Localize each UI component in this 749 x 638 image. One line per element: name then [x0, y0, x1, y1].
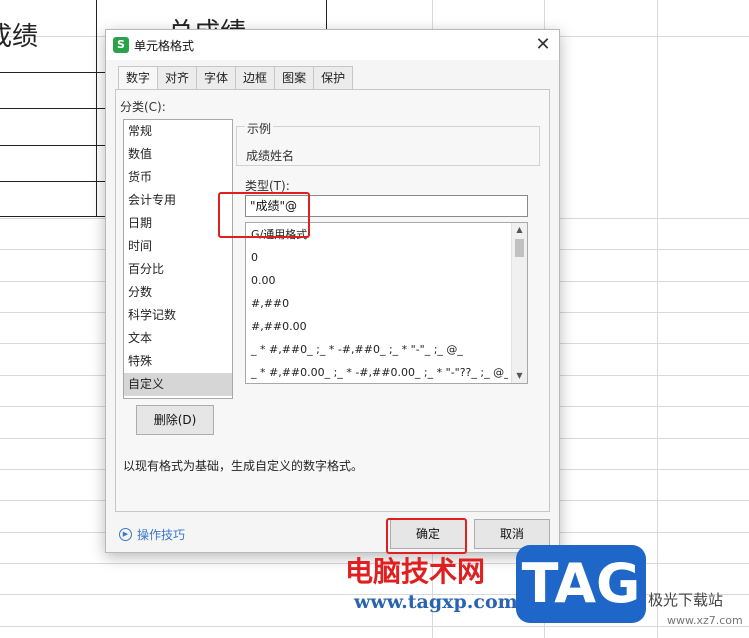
watermark-text: 电脑技术网: [345, 555, 486, 588]
close-icon[interactable]: ✕: [531, 33, 555, 57]
list-item[interactable]: 0.00: [246, 269, 508, 292]
scroll-down-icon[interactable]: ▼: [512, 369, 527, 383]
list-item[interactable]: 分数: [124, 281, 232, 304]
dialog-title: 单元格格式: [134, 39, 195, 53]
sample-label: 示例: [245, 120, 274, 137]
format-cells-dialog: S 单元格格式 ✕ 数字 对齐 字体 边框 图案 保护 分类(C): 常规 数值…: [105, 29, 560, 553]
tab-protection[interactable]: 保护: [314, 66, 354, 90]
highlight-box-ok: [386, 518, 467, 554]
list-item[interactable]: 常规: [124, 120, 232, 143]
cell-header-score: 成绩: [0, 22, 39, 52]
watermark-site-url: www.xz7.com: [667, 614, 743, 627]
format-list-scrollbar[interactable]: ▲ ▼: [511, 223, 527, 383]
category-label: 分类(C):: [120, 100, 166, 114]
list-item-selected[interactable]: 自定义: [124, 373, 232, 396]
watermark-logo: TAG: [516, 545, 646, 623]
scroll-up-icon[interactable]: ▲: [512, 223, 527, 237]
list-item[interactable]: 0: [246, 246, 508, 269]
cell-border: [96, 0, 97, 217]
tips-label: 操作技巧: [137, 528, 186, 542]
list-item[interactable]: #,##0: [246, 292, 508, 315]
list-item[interactable]: 会计专用: [124, 189, 232, 212]
format-list[interactable]: G/通用格式 0 0.00 #,##0 #,##0.00 _ * #,##0_ …: [245, 222, 528, 384]
list-item[interactable]: 科学记数: [124, 304, 232, 327]
tab-pattern[interactable]: 图案: [275, 66, 315, 90]
format-description: 以现有格式为基础，生成自定义的数字格式。: [123, 459, 364, 473]
scroll-thumb[interactable]: [515, 239, 524, 257]
list-item[interactable]: #,##0.00: [246, 315, 508, 338]
list-item[interactable]: 货币: [124, 166, 232, 189]
tab-number[interactable]: 数字: [118, 66, 159, 91]
list-item[interactable]: 日期: [124, 212, 232, 235]
dialog-titlebar: S 单元格格式 ✕: [106, 30, 559, 60]
watermark-site: 极光下载站: [648, 591, 724, 609]
tips-link[interactable]: ▶ 操作技巧: [119, 526, 185, 543]
list-item[interactable]: 数值: [124, 143, 232, 166]
list-item[interactable]: 特殊: [124, 350, 232, 373]
list-item[interactable]: 时间: [124, 235, 232, 258]
grid-line: [0, 626, 749, 627]
dialog-tabs: 数字 对齐 字体 边框 图案 保护: [118, 66, 354, 91]
list-item[interactable]: _ * #,##0_ ;_ * -#,##0_ ;_ * "-"_ ;_ @_: [246, 338, 508, 361]
list-item[interactable]: _ * #,##0.00_ ;_ * -#,##0.00_ ;_ * "-"??…: [246, 361, 508, 383]
play-circle-icon: ▶: [119, 528, 132, 541]
delete-button[interactable]: 删除(D): [136, 405, 214, 435]
tab-alignment[interactable]: 对齐: [158, 66, 198, 90]
app-icon: S: [113, 37, 129, 53]
sample-value: 成绩姓名: [246, 149, 295, 163]
grid-line: [657, 0, 658, 638]
watermark-url: www.tagxp.com: [354, 591, 518, 613]
category-list[interactable]: 常规 数值 货币 会计专用 日期 时间 百分比 分数 科学记数 文本 特殊 自定…: [123, 119, 233, 399]
tab-font[interactable]: 字体: [197, 66, 237, 90]
list-item[interactable]: 文本: [124, 327, 232, 350]
list-item[interactable]: 百分比: [124, 258, 232, 281]
highlight-box-type: [218, 192, 310, 238]
tab-border[interactable]: 边框: [236, 66, 276, 90]
